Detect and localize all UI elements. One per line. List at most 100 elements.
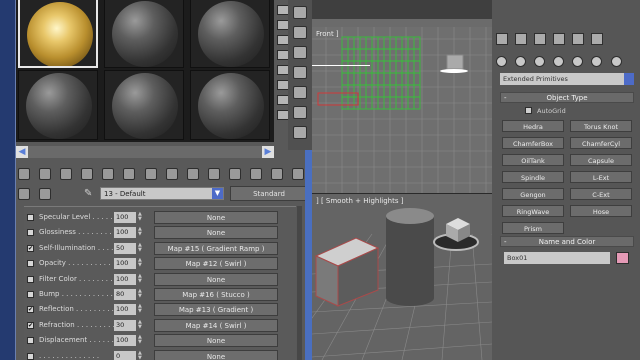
object-color-swatch[interactable] xyxy=(616,252,629,264)
map-button[interactable]: Map #12 ( Swirl ) xyxy=(154,257,278,271)
scroll-left-icon[interactable]: ◀ xyxy=(16,146,28,158)
delete-icon[interactable] xyxy=(102,168,115,180)
geometry-icon[interactable] xyxy=(496,56,507,67)
reset-map-icon[interactable] xyxy=(81,168,94,180)
object-type-button[interactable]: Torus Knot xyxy=(570,120,632,132)
spinner-icon[interactable]: ▲ ▼ xyxy=(138,242,144,254)
primitive-category-select[interactable]: Extended Primitives xyxy=(500,73,634,85)
map-amount-field[interactable]: 100 xyxy=(114,212,136,223)
sample-slot[interactable] xyxy=(18,0,98,68)
orbit-icon[interactable] xyxy=(293,26,307,39)
map-amount-field[interactable]: 30 xyxy=(114,319,136,331)
object-type-rollout-header[interactable]: - Object Type xyxy=(500,92,634,103)
go-forward-icon[interactable] xyxy=(271,168,284,180)
zoom-icon[interactable] xyxy=(293,6,307,19)
spinner-icon[interactable]: ▲ ▼ xyxy=(138,289,144,300)
map-button[interactable]: None xyxy=(154,334,278,348)
map-button[interactable]: Map #15 ( Gradient Ramp ) xyxy=(154,241,278,255)
spinner-icon[interactable]: ▲ ▼ xyxy=(138,212,144,223)
make-copy-icon[interactable] xyxy=(123,168,136,180)
spinner-icon[interactable]: ▲ ▼ xyxy=(138,350,144,360)
lights-icon[interactable] xyxy=(534,56,546,67)
object-type-button[interactable]: Capsule xyxy=(570,154,632,166)
get-material-icon[interactable] xyxy=(18,168,30,180)
material-name-field[interactable]: 13 - Default ▼ xyxy=(100,187,224,200)
object-type-button[interactable]: Hedra xyxy=(502,120,564,132)
object-type-button[interactable]: L-Ext xyxy=(570,171,632,183)
map-enable-checkbox[interactable] xyxy=(27,337,34,345)
motion-tab-icon[interactable] xyxy=(553,33,566,45)
object-type-button[interactable]: Prism xyxy=(502,222,564,234)
map-enable-checkbox[interactable]: ✔ xyxy=(27,244,34,252)
space-warps-icon[interactable] xyxy=(591,56,603,67)
object-type-button[interactable]: Spindle xyxy=(502,171,564,183)
map-enable-checkbox[interactable] xyxy=(27,291,34,298)
systems-icon[interactable] xyxy=(610,56,622,67)
maximize-viewport-icon[interactable] xyxy=(293,106,307,119)
display-tab-icon[interactable] xyxy=(572,33,585,45)
map-button[interactable]: None xyxy=(154,211,278,224)
show-end-result-icon[interactable] xyxy=(228,168,241,180)
go-to-parent-icon[interactable] xyxy=(250,168,263,180)
maps-scrollbar[interactable] xyxy=(297,206,302,360)
map-enable-checkbox[interactable]: ✔ xyxy=(27,321,34,329)
spinner-icon[interactable]: ▲ ▼ xyxy=(138,335,144,346)
eyedropper-icon[interactable]: ✎ xyxy=(84,188,96,200)
object-type-button[interactable]: ChamferCyl xyxy=(570,137,632,149)
spinner-icon[interactable]: ▲ ▼ xyxy=(138,319,144,331)
map-button[interactable]: None xyxy=(154,272,278,286)
object-name-field[interactable]: Box01 xyxy=(504,252,610,264)
sample-slot[interactable] xyxy=(190,0,270,68)
spinner-icon[interactable]: ▲ ▼ xyxy=(138,227,144,238)
map-amount-field[interactable]: 80 xyxy=(114,289,136,300)
zoom-extents-icon[interactable] xyxy=(293,86,307,99)
map-amount-field[interactable]: 100 xyxy=(114,335,136,347)
map-button[interactable]: Map #13 ( Gradient ) xyxy=(154,303,278,317)
map-amount-field[interactable]: 50 xyxy=(114,242,136,254)
chevron-down-icon[interactable]: ▼ xyxy=(212,188,223,199)
sample-slot[interactable] xyxy=(104,0,184,68)
object-type-button[interactable]: C-Ext xyxy=(570,188,632,200)
hierarchy-tab-icon[interactable] xyxy=(534,33,547,45)
pan-icon[interactable] xyxy=(293,46,307,59)
modify-tab-icon[interactable] xyxy=(515,33,528,45)
map-button[interactable]: Map #16 ( Stucco ) xyxy=(154,288,278,301)
spinner-icon[interactable]: ▲ ▼ xyxy=(138,273,144,285)
object-type-button[interactable]: RingWave xyxy=(502,205,564,217)
scroll-right-icon[interactable]: ▶ xyxy=(262,146,274,158)
autogrid-checkbox[interactable]: AutoGrid xyxy=(525,106,605,116)
map-button[interactable]: Map #14 ( Swirl ) xyxy=(154,318,278,332)
helpers-icon[interactable] xyxy=(572,56,584,67)
map-amount-field[interactable]: 100 xyxy=(114,227,136,239)
utilities-tab-icon[interactable] xyxy=(591,33,604,45)
put-to-scene-icon[interactable] xyxy=(39,168,52,180)
show-map-icon[interactable] xyxy=(207,168,220,180)
map-enable-checkbox[interactable] xyxy=(27,275,34,283)
spinner-icon[interactable]: ▲ ▼ xyxy=(138,258,144,269)
object-type-button[interactable]: Hose xyxy=(570,205,632,217)
field-of-view-icon[interactable] xyxy=(293,66,307,79)
map-button[interactable]: None xyxy=(154,226,278,240)
viewport-perspective[interactable]: ] [ Smooth + Highlights ] xyxy=(312,194,492,360)
create-tab-icon[interactable] xyxy=(496,33,508,45)
name-color-rollout-header[interactable]: - Name and Color xyxy=(500,236,634,247)
walk-through-icon[interactable] xyxy=(293,126,307,139)
map-enable-checkbox[interactable] xyxy=(27,214,34,221)
spinner-icon[interactable]: ▲ ▼ xyxy=(138,304,144,315)
viewport-front-label[interactable]: Front ] xyxy=(316,30,339,38)
object-type-button[interactable]: OilTank xyxy=(502,154,564,166)
map-enable-checkbox[interactable]: ✔ xyxy=(27,306,34,314)
map-enable-checkbox[interactable] xyxy=(27,260,34,268)
cameras-icon[interactable] xyxy=(553,56,565,67)
assign-to-selection-icon[interactable] xyxy=(60,168,73,180)
chevron-down-icon[interactable] xyxy=(624,73,634,85)
map-amount-field[interactable]: 0 xyxy=(114,350,136,360)
map-button[interactable]: None xyxy=(154,349,278,360)
viewport-perspective-label[interactable]: ] [ Smooth + Highlights ] xyxy=(316,197,403,205)
map-enable-checkbox[interactable] xyxy=(27,229,34,237)
sample-slot[interactable] xyxy=(104,70,184,140)
shapes-icon[interactable] xyxy=(515,56,527,67)
object-type-button[interactable]: Gengon xyxy=(502,188,564,200)
object-type-button[interactable]: ChamferBox xyxy=(502,137,564,149)
material-id-icon[interactable] xyxy=(186,168,199,180)
